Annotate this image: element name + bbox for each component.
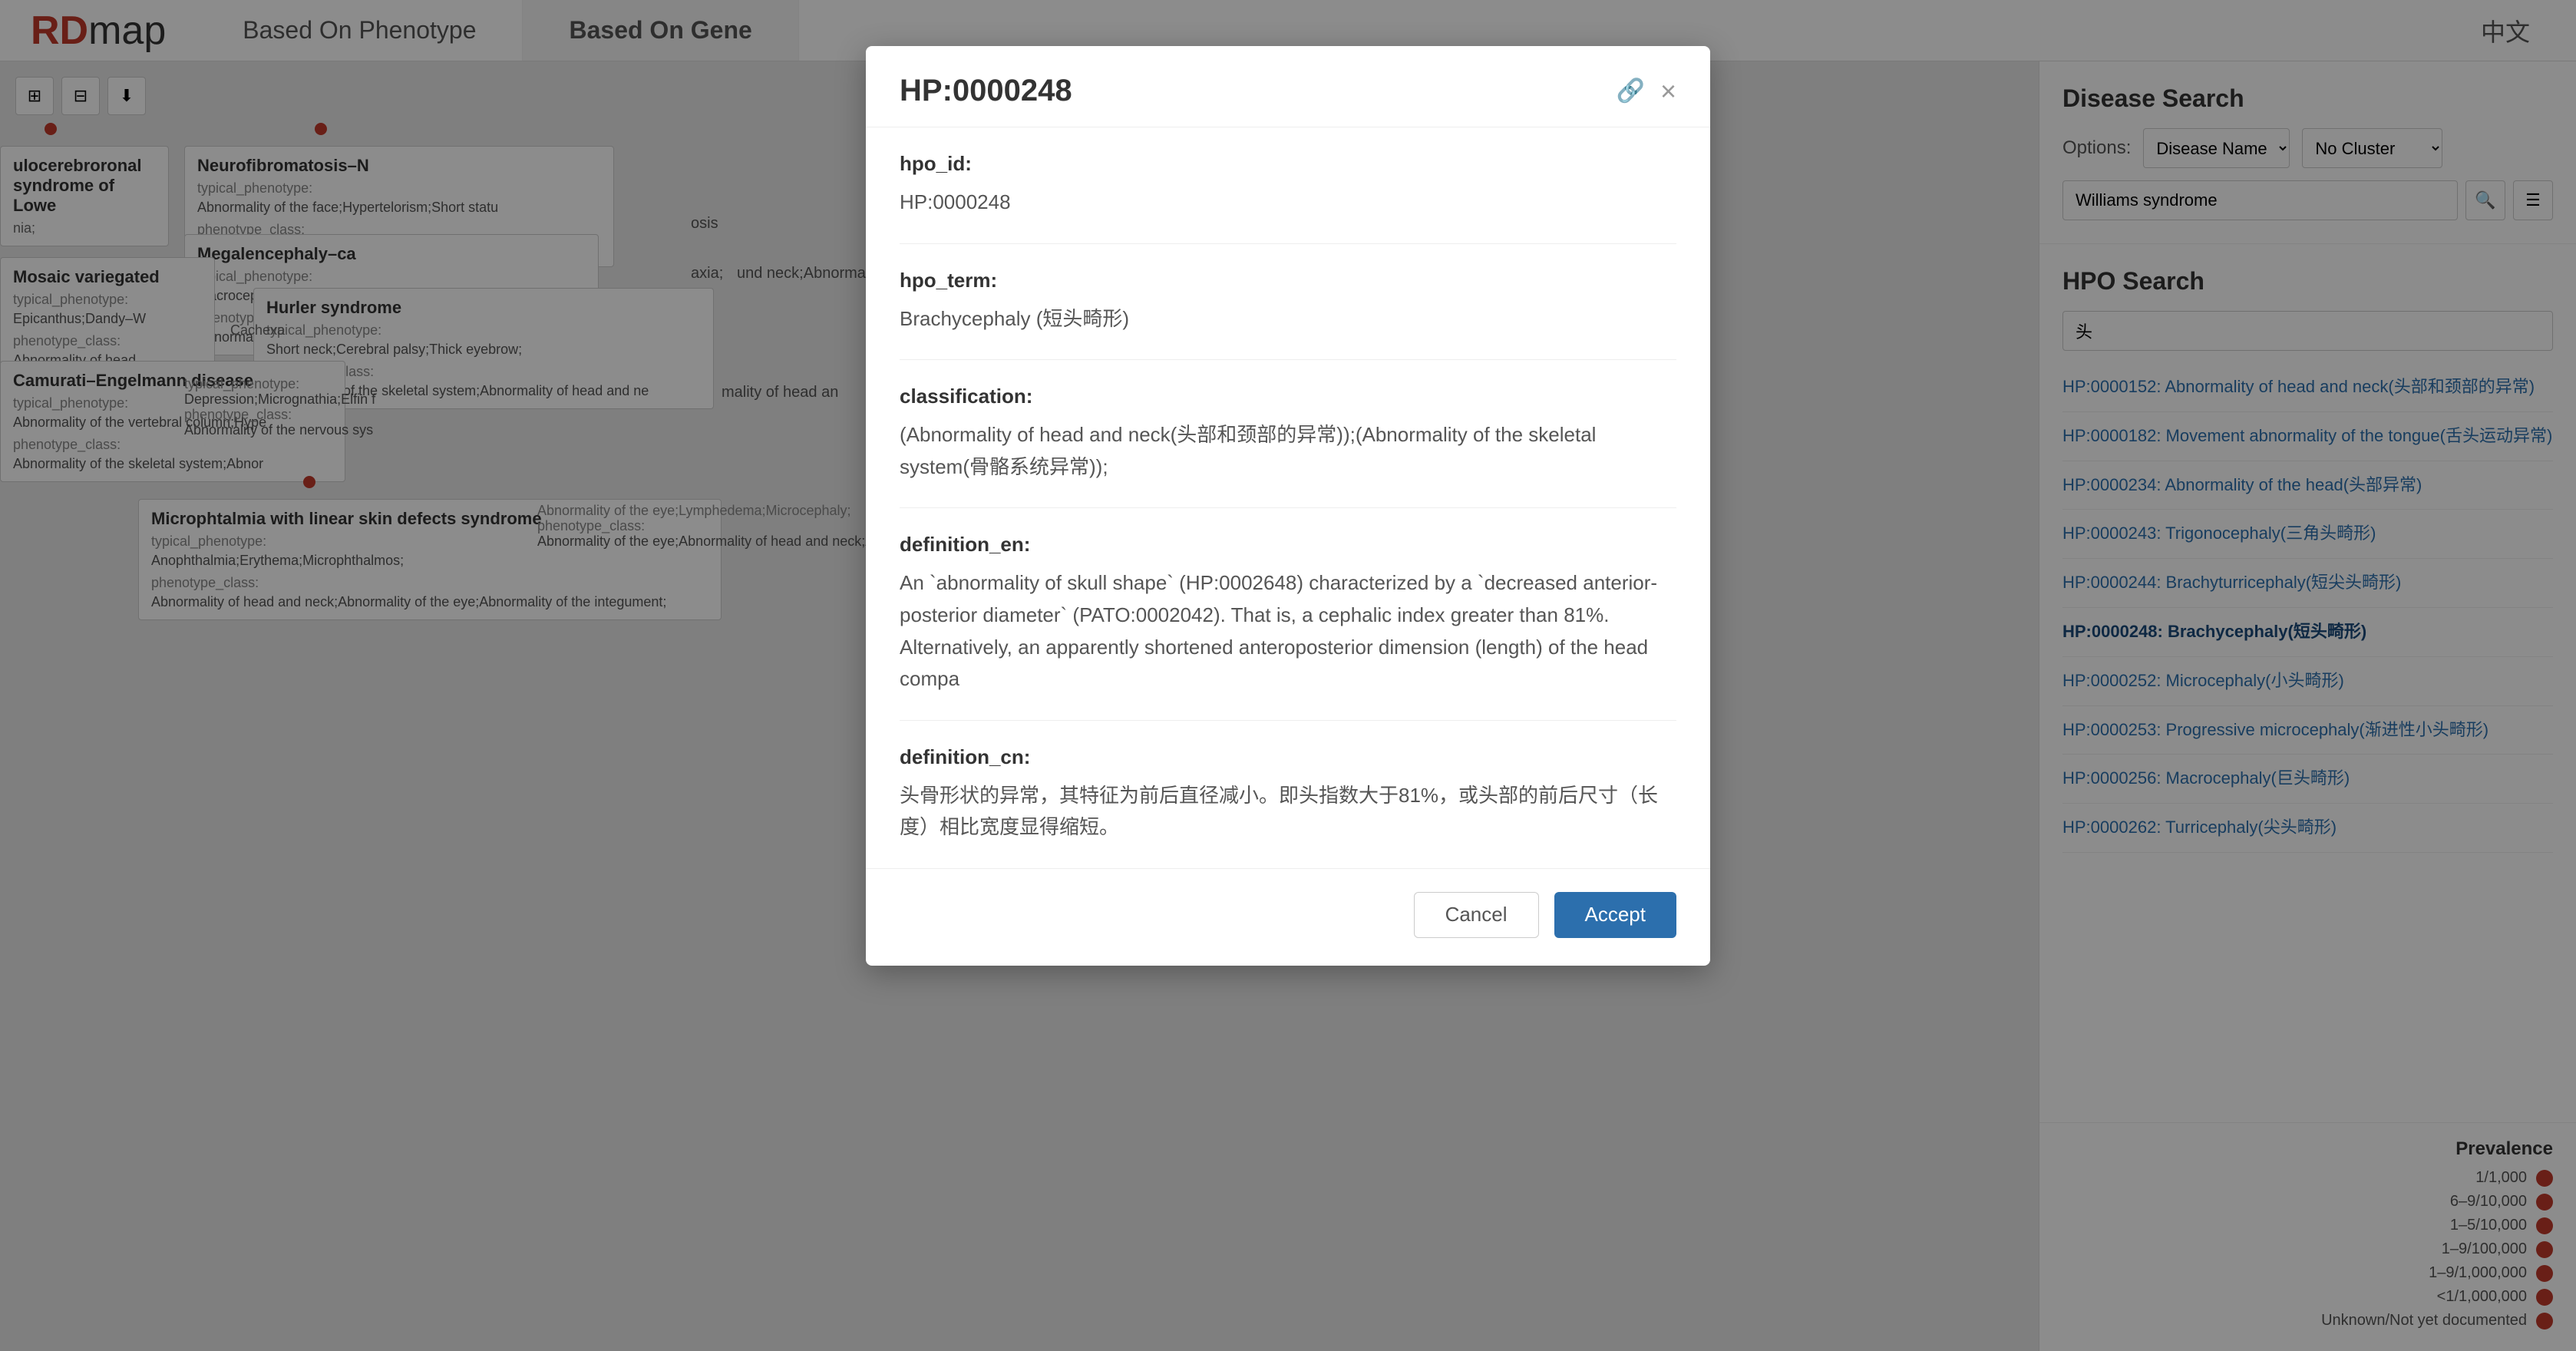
modal-field-label: classification:: [900, 385, 1676, 408]
modal-field-value: An `abnormality of skull shape` (HP:0002…: [900, 567, 1676, 695]
modal-field-label: definition_en:: [900, 533, 1676, 557]
modal-field: hpo_term: Brachycephaly (短头畸形): [900, 244, 1676, 361]
modal-field: definition_en: An `abnormality of skull s…: [900, 508, 1676, 720]
modal-field-value: Brachycephaly (短头畸形): [900, 303, 1676, 335]
modal-field-label: definition_cn:: [900, 745, 1676, 769]
modal-field-value: 头骨形状的异常，其特征为前后直径减小。即头指数大于81%，或头部的前后尺寸（长度…: [900, 780, 1676, 844]
modal-field: hpo_id: HP:0000248: [900, 127, 1676, 244]
modal-field-label: hpo_term:: [900, 269, 1676, 292]
modal-close-button[interactable]: ×: [1660, 75, 1676, 107]
modal-title: HP:0000248: [900, 74, 1604, 108]
modal-overlay[interactable]: HP:0000248 🔗 × hpo_id: HP:0000248 hpo_term…: [0, 0, 2576, 1351]
modal-field-value: (Abnormality of head and neck(头部和颈部的异常))…: [900, 419, 1676, 483]
modal-link-icon[interactable]: 🔗: [1617, 78, 1645, 104]
modal-field: definition_cn: 头骨形状的异常，其特征为前后直径减小。即头指数大于8…: [900, 721, 1676, 868]
accept-button[interactable]: Accept: [1554, 892, 1677, 938]
modal-field-label: hpo_id:: [900, 152, 1676, 176]
modal-field-value: HP:0000248: [900, 187, 1676, 219]
modal-body: hpo_id: HP:0000248 hpo_term: Brachycephaly …: [866, 127, 1710, 868]
modal-field: classification: (Abnormality of head and …: [900, 360, 1676, 508]
modal-header: HP:0000248 🔗 ×: [866, 46, 1710, 127]
cancel-button[interactable]: Cancel: [1414, 892, 1539, 938]
modal-dialog: HP:0000248 🔗 × hpo_id: HP:0000248 hpo_term…: [866, 46, 1710, 966]
modal-footer: Cancel Accept: [866, 868, 1710, 966]
